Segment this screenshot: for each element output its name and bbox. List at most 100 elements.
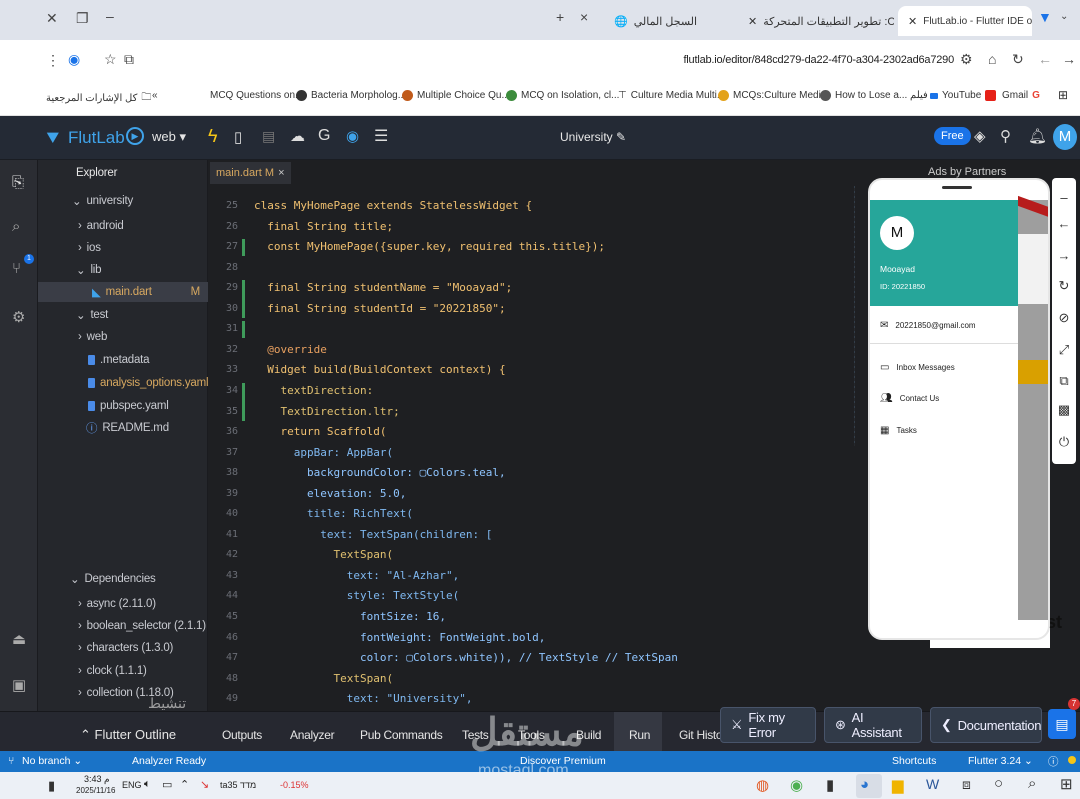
tab-analyzer[interactable]: Analyzer: [290, 728, 335, 742]
shortcuts-link[interactable]: Shortcuts: [892, 755, 936, 767]
documentation-button[interactable]: ❮ Documentation: [930, 707, 1042, 743]
taskbar-app-icon[interactable]: ◍: [756, 776, 769, 794]
close-icon[interactable]: ×: [278, 167, 284, 179]
bookmark-gmail[interactable]: Gmail G: [1002, 90, 1040, 101]
dependencies-header[interactable]: ⌄ Dependencies: [70, 569, 156, 589]
bookmark-multiple-choice[interactable]: Multiple Choice Qu...: [402, 90, 510, 101]
resize-icon[interactable]: ⤢: [1057, 342, 1071, 358]
plan-badge[interactable]: Free: [934, 127, 971, 145]
word-icon[interactable]: W: [926, 776, 939, 792]
ai-assistant-button[interactable]: ⊛ AI Assistant: [824, 707, 922, 743]
tree-item-pubspec[interactable]: pubspec.yaml: [88, 396, 169, 416]
open-external-icon[interactable]: ⧉: [1057, 373, 1071, 389]
account-icon[interactable]: ⏏: [12, 630, 26, 648]
bookmark-mcqs-culture[interactable]: MCQs:Culture Medi...: [718, 90, 829, 101]
close-window-icon[interactable]: ✕: [46, 10, 58, 27]
site-settings-icon[interactable]: ⚙: [960, 51, 973, 68]
menu-dots-icon[interactable]: ⋮: [46, 52, 60, 69]
settings-icon[interactable]: ⚙: [12, 308, 25, 326]
tree-item-test[interactable]: ⌄ test: [76, 305, 108, 325]
profile-icon[interactable]: ◉: [68, 51, 80, 68]
dependency-item[interactable]: › async (2.11.0): [78, 594, 156, 614]
cortana-icon[interactable]: ○: [994, 775, 1003, 792]
home-icon[interactable]: ⌂: [988, 51, 996, 67]
taskbar-app-icon[interactable]: ▮: [826, 776, 834, 794]
drawer-item-inbox[interactable]: ▭ Inbox Messages: [880, 362, 955, 373]
back-arrow-icon[interactable]: ←: [1057, 216, 1071, 231]
tab-outputs[interactable]: Outputs: [222, 728, 262, 742]
tree-item-readme[interactable]: ⓘ README.md: [86, 418, 169, 438]
extensions-icon[interactable]: ⧉: [124, 51, 134, 68]
run-icon[interactable]: ▶: [126, 127, 144, 145]
chrome-taskbar-icon[interactable]: ◉: [790, 776, 803, 794]
tab-flutlab[interactable]: ✕ FlutLab.io - Flutter IDE online: [898, 6, 1032, 36]
show-desktop-icon[interactable]: ▮: [48, 778, 55, 794]
drawer-email-row[interactable]: ✉ 20221850@gmail.com: [880, 320, 976, 331]
tab-close-icon[interactable]: ✕: [748, 15, 757, 28]
tree-item-android[interactable]: › android: [78, 216, 124, 236]
editor-tab-main-dart[interactable]: main.dart M ×: [210, 162, 291, 184]
volume-icon[interactable]: 🔈︎: [144, 778, 151, 791]
drawer-item-tasks[interactable]: ▦ Tasks: [880, 425, 917, 436]
project-title[interactable]: University ✎: [560, 130, 626, 144]
tray-chevron-icon[interactable]: ⌃: [180, 778, 189, 791]
tree-item-ios[interactable]: › ios: [78, 238, 101, 258]
power-icon[interactable]: ⏻: [1057, 434, 1071, 450]
cloud-upload-icon[interactable]: ☁: [290, 127, 305, 145]
language-indicator[interactable]: ENG: [122, 780, 142, 790]
tab-close-icon[interactable]: ×: [580, 9, 588, 25]
dependency-item[interactable]: › boolean_selector (2.1.1): [78, 616, 206, 636]
chat-button[interactable]: ▤: [1048, 709, 1076, 739]
source-control-icon[interactable]: ⑂: [12, 260, 21, 277]
fix-my-error-button[interactable]: ⚔ Fix my Error: [720, 707, 816, 743]
restore-window-icon[interactable]: ❐: [76, 10, 89, 27]
bookmarks-overflow-icon[interactable]: «: [152, 90, 158, 101]
phone-preview[interactable]: M Mooayad ID: 20221850 ✉ 20221850@gmail.c…: [868, 178, 1050, 640]
start-icon[interactable]: ⊞: [1060, 775, 1073, 793]
tree-item-lib[interactable]: ⌄ lib: [76, 260, 102, 280]
search-icon[interactable]: ⌕: [1028, 775, 1036, 792]
bookmark-bacteria[interactable]: Bacteria Morpholog...: [296, 90, 406, 101]
tree-item-analysis-options[interactable]: analysis_options.yaml: [88, 373, 209, 393]
menu-icon[interactable]: ☰: [374, 126, 388, 146]
firebase-icon[interactable]: ◉: [346, 127, 359, 145]
tab-run[interactable]: Run: [629, 728, 650, 742]
help-icon[interactable]: ⓘ: [1048, 754, 1059, 769]
git-icon[interactable]: G: [318, 127, 330, 145]
save-icon[interactable]: ▤: [262, 128, 275, 145]
dependency-item[interactable]: › clock (1.1.1): [78, 661, 147, 681]
bookmark-mcq-questions[interactable]: MCQ Questions on...: [210, 90, 303, 101]
add-user-icon[interactable]: ⚲: [1000, 127, 1011, 145]
edge-taskbar-icon[interactable]: ◕: [860, 776, 869, 793]
task-view-icon[interactable]: ⧈: [962, 776, 971, 793]
url-field[interactable]: flutlab.io/editor/848cd279-da22-4f70-a30…: [640, 54, 954, 66]
tree-item-web[interactable]: › web: [78, 327, 107, 347]
bookmark-culture-media[interactable]: ⊤ Culture Media Multi...: [618, 90, 725, 101]
target-selector[interactable]: web ▾: [152, 129, 186, 145]
battery-icon[interactable]: ▭: [162, 778, 172, 791]
bookmark-mcq-isolation[interactable]: MCQ on Isolation, cl...: [506, 90, 619, 101]
hot-reload-icon[interactable]: ϟ: [208, 126, 218, 147]
search-icon[interactable]: ⌕: [12, 218, 20, 235]
tab-close-icon[interactable]: ✕: [908, 15, 917, 28]
reload-icon[interactable]: ↻: [1012, 51, 1024, 68]
file-explorer-icon[interactable]: ▆: [892, 776, 904, 794]
drawer-item-contact[interactable]: 👥︎ Contact Us: [880, 393, 939, 404]
tab-financial-record[interactable]: 🌐 السجل المالي: [604, 6, 726, 36]
forward-icon[interactable]: ←: [1038, 51, 1052, 67]
tree-item-metadata[interactable]: .metadata: [88, 350, 150, 370]
clock-time[interactable]: 3:43 م: [84, 774, 110, 785]
branch-selector[interactable]: No branch ⌄: [22, 755, 82, 767]
bookmark-star-icon[interactable]: ☆: [104, 51, 117, 68]
minimize-preview-icon[interactable]: –: [1057, 190, 1071, 205]
tab-course[interactable]: ✕ تطوير التطبيقات المتحركة :Course: [738, 6, 894, 36]
apps-grid-icon[interactable]: ⊞: [1058, 88, 1068, 102]
tab-search-icon[interactable]: ⌄: [1060, 11, 1068, 22]
outline-toggle[interactable]: ⌃ Flutter Outline: [80, 727, 176, 743]
layers-icon[interactable]: ◈: [974, 127, 986, 145]
dependency-item[interactable]: › characters (1.3.0): [78, 638, 173, 658]
all-bookmarks[interactable]: كل الإشارات المرجعية 🗀: [46, 90, 151, 107]
bookmark-youtube[interactable]: YouTube: [930, 90, 997, 101]
minimize-window-icon[interactable]: –: [106, 8, 114, 24]
qr-code-icon[interactable]: ▩: [1057, 402, 1071, 418]
